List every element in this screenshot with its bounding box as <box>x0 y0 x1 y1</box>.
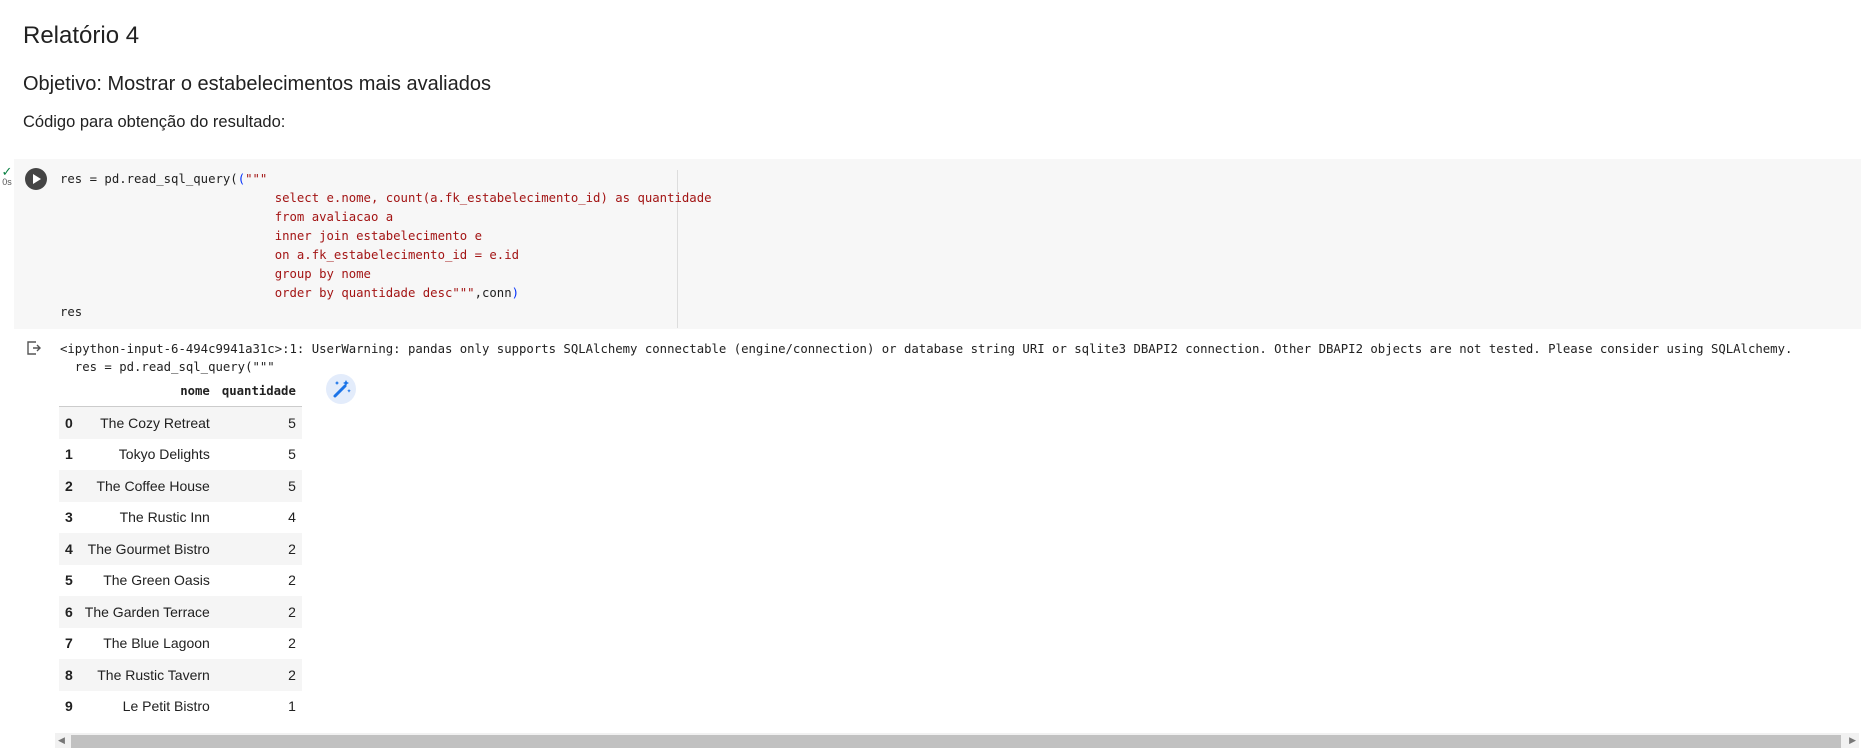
nome-cell: Le Petit Bistro <box>122 698 210 715</box>
quantidade-cell: 1 <box>288 698 296 715</box>
table-row: 7 The Blue Lagoon 2 <box>59 628 302 660</box>
index-cell: 4 <box>59 533 79 565</box>
horizontal-scrollbar[interactable]: ◀ ▶ <box>55 733 1859 748</box>
index-cell: 5 <box>65 572 73 589</box>
table-row: 4 The Gourmet Bistro 2 <box>59 533 302 565</box>
scrollbar-thumb[interactable] <box>71 735 1841 748</box>
index-cell: 0 <box>59 406 79 439</box>
nome-cell: The Cozy Retreat <box>78 406 216 439</box>
column-header-nome: nome <box>78 376 216 407</box>
scroll-right-icon[interactable]: ▶ <box>1849 735 1856 746</box>
check-icon: ✓ <box>1 164 13 179</box>
table-row: 1 Tokyo Delights 5 <box>59 439 302 471</box>
page-title: Relatório 4 <box>23 22 140 49</box>
nome-cell: Tokyo Delights <box>118 446 210 463</box>
execution-time: 0s <box>2 177 12 187</box>
result-dataframe: nome quantidade 0 The Cozy Retreat 5 1 Tokyo… <box>59 376 302 722</box>
table-row: 5 The Green Oasis 2 <box>59 565 302 597</box>
table-row: 9 Le Petit Bistro 1 <box>59 691 302 723</box>
index-cell: 6 <box>59 596 79 628</box>
table-row: 8 The Rustic Tavern 2 <box>59 659 302 691</box>
run-cell-button[interactable] <box>25 168 47 190</box>
code-text: ,conn <box>474 286 512 300</box>
sql-string: select e.nome, count(a.fk_estabeleciment… <box>274 191 712 300</box>
code-text: res <box>60 305 83 319</box>
table-row: 6 The Garden Terrace 2 <box>59 596 302 628</box>
quantidade-cell: 5 <box>215 406 302 439</box>
table-row: 3 The Rustic Inn 4 <box>59 502 302 534</box>
warning-line: res = pd.read_sql_query(""" <box>60 360 275 374</box>
suggest-charts-button[interactable] <box>326 374 356 404</box>
index-cell: 8 <box>59 659 79 691</box>
index-cell: 3 <box>65 509 73 526</box>
table-row: 0 The Cozy Retreat 5 <box>59 406 302 439</box>
column-header-quantidade: quantidade <box>215 376 302 407</box>
warning-line: <ipython-input-6-494c9941a31c>:1: UserWa… <box>60 342 1793 356</box>
quantidade-cell: 2 <box>215 533 302 565</box>
quantidade-cell: 2 <box>288 572 296 589</box>
column-header-index <box>59 376 79 407</box>
nome-cell: The Green Oasis <box>103 572 210 589</box>
quantidade-cell: 2 <box>215 596 302 628</box>
index-cell: 2 <box>59 470 79 502</box>
code-text: res = pd.read_sql_query( <box>60 172 238 186</box>
index-cell: 7 <box>65 635 73 652</box>
quantidade-cell: 2 <box>288 635 296 652</box>
quantidade-cell: 5 <box>288 446 296 463</box>
paren: ) <box>511 286 520 300</box>
index-cell: 1 <box>65 446 73 463</box>
quantidade-cell: 5 <box>215 470 302 502</box>
nome-cell: The Blue Lagoon <box>103 635 210 652</box>
code-intro-text: Código para obtenção do resultado: <box>23 113 286 131</box>
paren: ( <box>237 172 246 186</box>
warning-output: <ipython-input-6-494c9941a31c>:1: UserWa… <box>60 340 1792 376</box>
nome-cell: The Rustic Inn <box>119 509 210 526</box>
code-string: """ <box>245 172 268 186</box>
nome-cell: The Gourmet Bistro <box>78 533 216 565</box>
output-icon[interactable] <box>27 341 41 355</box>
execution-status: ✓ 0s <box>0 164 14 188</box>
table-row: 2 The Coffee House 5 <box>59 470 302 502</box>
magic-wand-icon <box>333 380 351 398</box>
code-editor[interactable]: res = pd.read_sql_query((""" select e.no… <box>60 170 712 322</box>
quantidade-cell: 4 <box>288 509 296 526</box>
nome-cell: The Garden Terrace <box>78 596 216 628</box>
nome-cell: The Coffee House <box>78 470 216 502</box>
index-cell: 9 <box>65 698 73 715</box>
scroll-left-icon[interactable]: ◀ <box>58 735 65 746</box>
quantidade-cell: 2 <box>215 659 302 691</box>
nome-cell: The Rustic Tavern <box>78 659 216 691</box>
objective-heading: Objetivo: Mostrar o estabelecimentos mai… <box>23 73 491 95</box>
